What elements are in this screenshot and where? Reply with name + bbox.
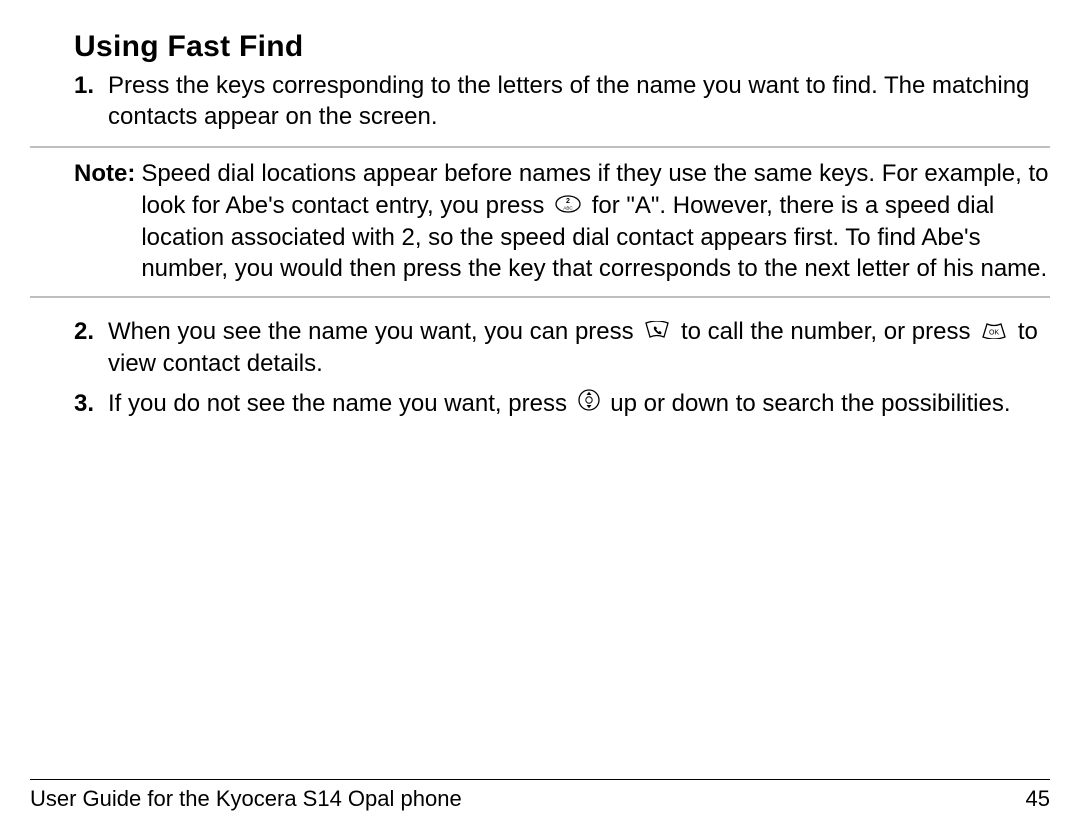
step-2: 2. When you see the name you want, you c… [30, 316, 1050, 379]
step-2-number: 2. [74, 316, 94, 347]
footer-title: User Guide for the Kyocera S14 Opal phon… [30, 786, 462, 812]
ok-key-icon: OK [981, 316, 1007, 347]
step-3-text: If you do not see the name you want, pre… [108, 390, 1011, 417]
svg-text:2: 2 [566, 198, 570, 205]
document-page: Using Fast Find 1. Press the keys corres… [0, 0, 1080, 834]
2-abc-key-icon: 2 ABC [555, 190, 581, 221]
step-3: 3. If you do not see the name you want, … [30, 388, 1050, 420]
svg-text:ABC: ABC [563, 205, 573, 210]
note-block: Note: Speed dial locations appear before… [30, 146, 1050, 298]
body-text: 1. Press the keys corresponding to the l… [30, 70, 1050, 420]
page-footer: User Guide for the Kyocera S14 Opal phon… [30, 779, 1050, 812]
steps-list: 1. Press the keys corresponding to the l… [30, 70, 1050, 132]
step-3-number: 3. [74, 388, 94, 419]
note-label: Note: [30, 158, 141, 189]
section-heading: Using Fast Find [74, 30, 1050, 64]
svg-text:OK: OK [989, 330, 999, 337]
nav-updown-key-icon [578, 388, 600, 419]
step-2-text-b: to call the number, or press [681, 318, 977, 345]
step-1-text: Press the keys corresponding to the lett… [108, 72, 1029, 130]
step-2-text: When you see the name you want, you can … [108, 318, 1038, 377]
step-1: 1. Press the keys corresponding to the l… [30, 70, 1050, 132]
step-2-text-a: When you see the name you want, you can … [108, 318, 640, 345]
call-key-icon [644, 316, 670, 347]
footer-page-number: 45 [1026, 786, 1050, 812]
steps-list-cont: 2. When you see the name you want, you c… [30, 316, 1050, 420]
note-text: Speed dial locations appear before names… [141, 158, 1050, 284]
step-1-number: 1. [74, 70, 94, 101]
step-3-text-b: up or down to search the possibilities. [610, 390, 1010, 417]
step-3-text-a: If you do not see the name you want, pre… [108, 390, 574, 417]
